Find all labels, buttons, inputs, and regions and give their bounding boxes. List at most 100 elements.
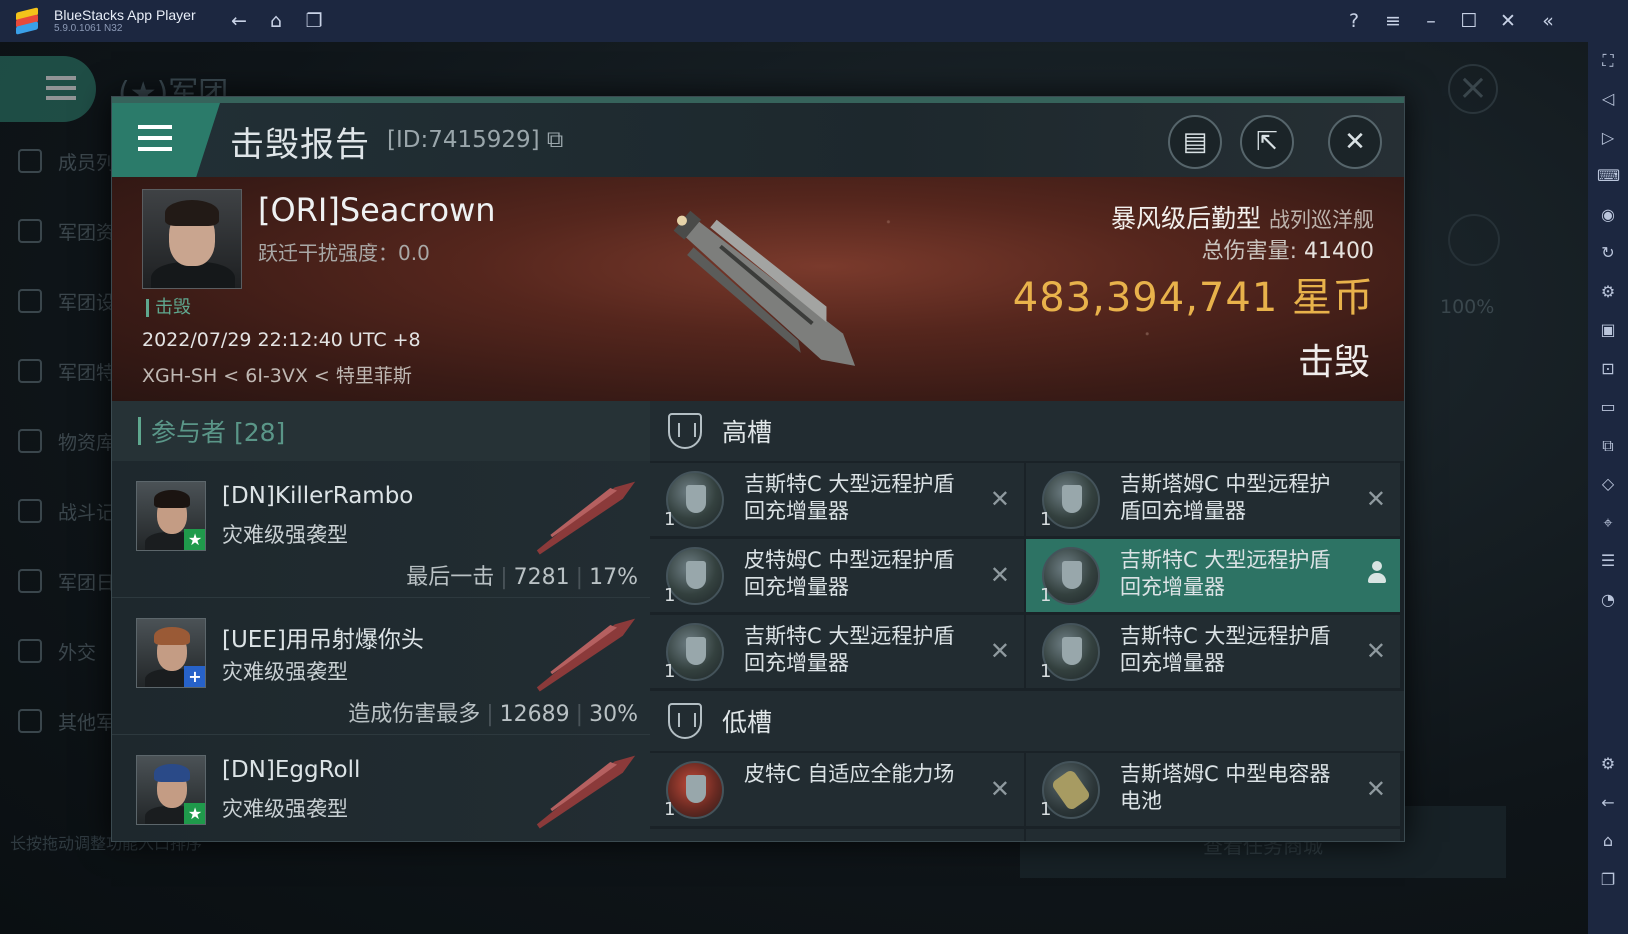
participant-ship: 灾难级强袭型 bbox=[222, 797, 348, 821]
minimize-icon[interactable]: – bbox=[1418, 8, 1444, 34]
dialog-menu-button[interactable] bbox=[112, 103, 220, 177]
module-slot[interactable]: 1 皮特姆C 中型远程护盾回充增量器 ✕ bbox=[650, 539, 1024, 612]
android-back-icon[interactable]: ← bbox=[1597, 792, 1619, 814]
bg-side-item[interactable]: 军团资 bbox=[0, 196, 118, 266]
participant-ship-icon bbox=[536, 755, 636, 829]
corp-plus-icon: + bbox=[184, 666, 205, 687]
participant-name: [DN]EggRoll bbox=[222, 757, 361, 783]
corp-star-icon: ★ bbox=[184, 529, 205, 550]
victim-ship-name[interactable]: 暴风级后勤型 战列巡洋舰 bbox=[1111, 199, 1374, 235]
bg-side-item[interactable]: 成员列 bbox=[0, 126, 118, 196]
fitting-panel: 高槽 1 吉斯特C 大型远程护盾回充增量器 ✕ 1 吉斯塔姆C 中型远程护盾回充… bbox=[650, 401, 1404, 841]
kill-report-dialog: 击毁报告 [ID:7415929] ⧉ ▤ ⇱ ✕ [ORI]Seacrown … bbox=[111, 96, 1405, 842]
module-name: 吉斯特C 大型远程护盾回充增量器 bbox=[1120, 548, 1331, 599]
participant-ship: 灾难级强袭型 bbox=[222, 523, 348, 547]
participant-row[interactable]: ★ [DN]KillerRambo 灾难级强袭型 最后一击 | 7281 | 17% bbox=[112, 461, 650, 598]
clipboard-icon[interactable]: ▤ bbox=[1168, 115, 1222, 169]
home-icon[interactable]: ⌂ bbox=[263, 8, 289, 34]
module-slot[interactable]: 1 吉斯特C 大型远程护盾回充增量器 ✕ bbox=[1026, 615, 1400, 688]
fullscreen-icon[interactable]: ⛶ bbox=[1597, 50, 1619, 72]
media-icon[interactable]: ▷ bbox=[1597, 127, 1619, 149]
help-icon[interactable]: ? bbox=[1341, 8, 1367, 34]
bg-side-item[interactable]: 物资库 bbox=[0, 406, 118, 476]
menu-icon[interactable]: ≡ bbox=[1380, 8, 1406, 34]
macro-icon[interactable]: ⚙ bbox=[1597, 281, 1619, 303]
bg-menu-button[interactable] bbox=[0, 56, 96, 122]
bg-side-item[interactable]: 军团设 bbox=[0, 266, 118, 336]
multi-window-icon[interactable]: ⧉ bbox=[1597, 435, 1619, 457]
bg-side-item[interactable]: 战斗记 bbox=[0, 476, 118, 546]
module-slot[interactable]: 1 皮特C 自适应全能力场 ✕ bbox=[650, 753, 1024, 826]
destroyed-icon: ✕ bbox=[1365, 637, 1386, 665]
participant-name: [UEE]用吊射爆你头 bbox=[222, 627, 424, 653]
bg-share-icon[interactable] bbox=[1448, 214, 1500, 266]
participant-row[interactable]: + [UEE]用吊射爆你头 灾难级强袭型 造成伤害最多 | 12689 | 30% bbox=[112, 598, 650, 735]
rotate-icon[interactable]: ↻ bbox=[1597, 242, 1619, 264]
kill-time: 2022/07/29 22:12:40 UTC +8 bbox=[142, 329, 421, 351]
destroyed-icon: ✕ bbox=[989, 775, 1010, 803]
module-slot-partial[interactable] bbox=[1026, 829, 1400, 841]
module-slot[interactable]: 1 吉斯塔姆C 中型远程护盾回充增量器 ✕ bbox=[1026, 463, 1400, 536]
module-name: 吉斯塔姆C 中型远程护盾回充增量器 bbox=[1120, 472, 1331, 523]
apk-icon[interactable]: ▣ bbox=[1597, 319, 1619, 341]
participant-avatar[interactable]: ★ bbox=[136, 481, 206, 551]
location-icon[interactable]: ⌖ bbox=[1597, 512, 1619, 534]
bg-side-item[interactable]: 军团特 bbox=[0, 336, 118, 406]
participant-row[interactable]: ★ [DN]EggRoll 灾难级强袭型 bbox=[112, 735, 650, 841]
app-title: BlueStacks App Player bbox=[54, 6, 196, 23]
victim-avatar[interactable] bbox=[142, 189, 242, 289]
pilot-icon bbox=[1368, 561, 1386, 585]
collapse-sidebar-icon[interactable]: « bbox=[1535, 8, 1561, 34]
app-version: 5.9.0.1061 N32 bbox=[54, 23, 123, 35]
close-dialog-icon[interactable]: ✕ bbox=[1328, 115, 1382, 169]
folder-icon[interactable]: ▭ bbox=[1597, 396, 1619, 418]
participant-avatar[interactable]: ★ bbox=[136, 755, 206, 825]
android-home-icon[interactable]: ⌂ bbox=[1597, 830, 1619, 852]
module-slot[interactable]: 1 吉斯特C 大型远程护盾回充增量器 ✕ bbox=[650, 615, 1024, 688]
copy-icon[interactable]: ⧉ bbox=[540, 127, 563, 153]
bg-side-item[interactable]: 其他军 bbox=[0, 686, 118, 756]
module-slot[interactable]: 1 吉斯特C 大型远程护盾回充增量器 bbox=[1026, 539, 1400, 612]
bg-side-item[interactable]: 外交 bbox=[0, 616, 118, 686]
volume-icon[interactable]: ◁ bbox=[1597, 88, 1619, 110]
participants-header: 参与者 [28] bbox=[112, 401, 650, 461]
destroyed-icon: ✕ bbox=[989, 561, 1010, 589]
kill-location[interactable]: XGH-SH < 6I-3VX < 特里菲斯 bbox=[142, 361, 412, 388]
keyboard-icon[interactable]: ⌨ bbox=[1597, 165, 1620, 187]
back-arrow-icon[interactable]: ← bbox=[226, 8, 252, 34]
kill-tag: 击毁 bbox=[146, 299, 191, 317]
share-icon[interactable]: ⇱ bbox=[1240, 115, 1294, 169]
participant-avatar[interactable]: + bbox=[136, 618, 206, 688]
participant-ship-icon bbox=[536, 481, 636, 555]
participant-stats: 最后一击 | 7281 | 17% bbox=[406, 565, 638, 590]
module-name: 吉斯特C 大型远程护盾回充增量器 bbox=[1120, 624, 1331, 675]
eraser-icon[interactable]: ◇ bbox=[1597, 473, 1619, 495]
total-damage: 总伤害量: 41400 bbox=[1201, 239, 1374, 264]
record-icon[interactable]: ◉ bbox=[1597, 204, 1619, 226]
recent-apps-icon[interactable]: ❐ bbox=[1597, 869, 1619, 891]
victim-ship-image[interactable] bbox=[642, 187, 892, 397]
settings-icon[interactable]: ⚙ bbox=[1597, 753, 1619, 775]
module-slot[interactable]: 1 吉斯塔姆C 中型电容器电池 ✕ bbox=[1026, 753, 1400, 826]
bg-side-item[interactable]: 军团日 bbox=[0, 546, 118, 616]
victim-name[interactable]: [ORI]Seacrown bbox=[258, 191, 496, 229]
high-slot-header: 高槽 bbox=[650, 401, 1404, 461]
participant-ship-icon bbox=[536, 618, 636, 692]
eco-mode-icon[interactable]: ◔ bbox=[1597, 589, 1619, 611]
module-slot[interactable]: 1 吉斯特C 大型远程护盾回充增量器 ✕ bbox=[650, 463, 1024, 536]
bg-close-icon[interactable]: × bbox=[1448, 64, 1498, 114]
warp-disruption: 跃迁干扰强度：0.0 bbox=[258, 241, 430, 265]
multi-instance-icon[interactable]: ❐ bbox=[301, 8, 327, 34]
layers-icon[interactable]: ☰ bbox=[1597, 550, 1619, 572]
bluestacks-logo-icon bbox=[12, 6, 42, 36]
module-name: 吉斯特C 大型远程护盾回充增量器 bbox=[744, 472, 955, 523]
close-window-icon[interactable]: ✕ bbox=[1495, 8, 1521, 34]
module-name: 吉斯塔姆C 中型电容器电池 bbox=[1120, 762, 1331, 813]
low-slot-header: 低槽 bbox=[650, 691, 1404, 751]
high-slot-icon bbox=[668, 413, 702, 449]
maximize-icon[interactable]: ☐ bbox=[1456, 8, 1482, 34]
destroyed-icon: ✕ bbox=[1365, 485, 1386, 513]
screenshot-icon[interactable]: ⊡ bbox=[1597, 358, 1619, 380]
module-slot-partial[interactable] bbox=[650, 829, 1024, 841]
report-id[interactable]: [ID:7415929] ⧉ bbox=[387, 127, 563, 153]
